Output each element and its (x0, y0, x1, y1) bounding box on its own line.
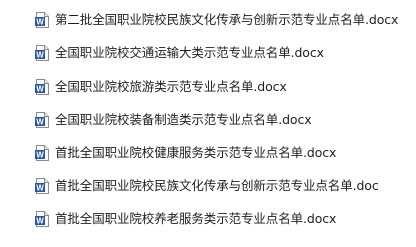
word-document-icon: W (35, 79, 49, 95)
file-item[interactable]: W 首批全国职业院校养老服务类示范专业点名单.docx (0, 204, 416, 234)
word-document-icon: W (35, 211, 49, 227)
svg-text:W: W (36, 51, 44, 60)
file-item[interactable]: W 全国职业院校交通运输大类示范专业点名单.docx (0, 38, 416, 68)
file-name: 首批全国职业院校民族文化传承与创新示范专业点名单.doc (55, 178, 379, 193)
file-name: 全国职业院校交通运输大类示范专业点名单.docx (55, 45, 324, 60)
file-name: 第二批全国职业院校民族文化传承与创新示范专业点名单.docx (55, 12, 399, 27)
file-item[interactable]: W 首批全国职业院校健康服务类示范专业点名单.docx (0, 138, 416, 168)
svg-text:W: W (36, 184, 44, 193)
file-list: W 第二批全国职业院校民族文化传承与创新示范专业点名单.docx W 全国职业院… (0, 0, 416, 247)
svg-text:W: W (36, 118, 44, 127)
svg-text:W: W (36, 151, 44, 160)
file-item[interactable]: W 全国职业院校旅游类示范专业点名单.docx (0, 72, 416, 102)
word-document-icon: W (35, 12, 49, 28)
file-item[interactable]: W 首批全国职业院校民族文化传承与创新示范专业点名单.doc (0, 171, 416, 201)
svg-text:W: W (36, 85, 44, 94)
word-document-icon: W (35, 112, 49, 128)
file-name: 全国职业院校装备制造类示范专业点名单.docx (55, 112, 312, 127)
file-name: 全国职业院校旅游类示范专业点名单.docx (55, 79, 287, 94)
word-document-icon: W (35, 45, 49, 61)
word-document-icon: W (35, 145, 49, 161)
svg-text:W: W (36, 18, 44, 27)
file-name: 首批全国职业院校健康服务类示范专业点名单.docx (55, 145, 337, 160)
word-document-icon: W (35, 178, 49, 194)
svg-text:W: W (36, 217, 44, 226)
file-item[interactable]: W 全国职业院校装备制造类示范专业点名单.docx (0, 105, 416, 135)
file-name: 首批全国职业院校养老服务类示范专业点名单.docx (55, 211, 337, 226)
file-item[interactable]: W 第二批全国职业院校民族文化传承与创新示范专业点名单.docx (0, 5, 416, 35)
